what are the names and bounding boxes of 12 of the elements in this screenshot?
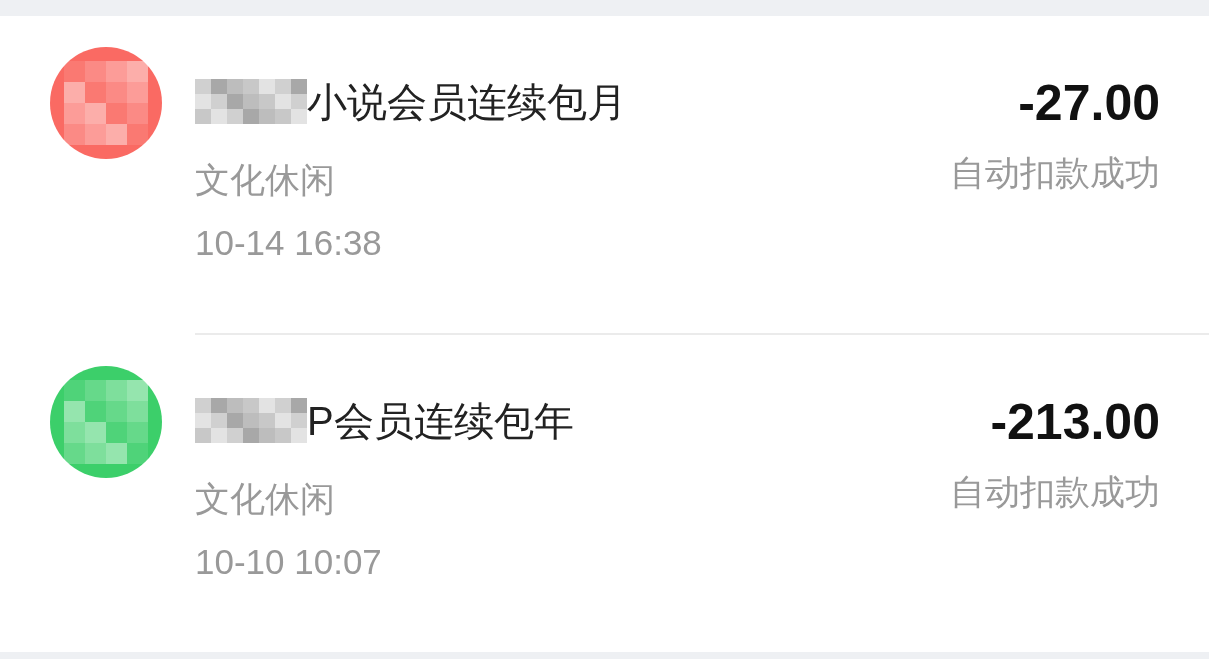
status-label: 自动扣款成功 (950, 152, 1160, 194)
transaction-row[interactable]: P会员连续包年 文化休闲 10-10 10:07 -213.00 自动扣款成功 (0, 335, 1209, 652)
transaction-time: 10-14 16:38 (195, 222, 382, 264)
transaction-title: 小说会员连续包月 (307, 78, 627, 126)
category-label: 文化休闲 (195, 478, 335, 520)
transaction-row[interactable]: 小说会员连续包月 文化休闲 10-14 16:38 -27.00 自动扣款成功 (0, 16, 1209, 333)
category-label: 文化休闲 (195, 159, 335, 201)
status-label: 自动扣款成功 (950, 471, 1160, 513)
transaction-time: 10-10 10:07 (195, 541, 382, 583)
transaction-title: P会员连续包年 (307, 397, 574, 445)
amount: -27.00 (1018, 74, 1160, 133)
amount: -213.00 (990, 393, 1160, 452)
